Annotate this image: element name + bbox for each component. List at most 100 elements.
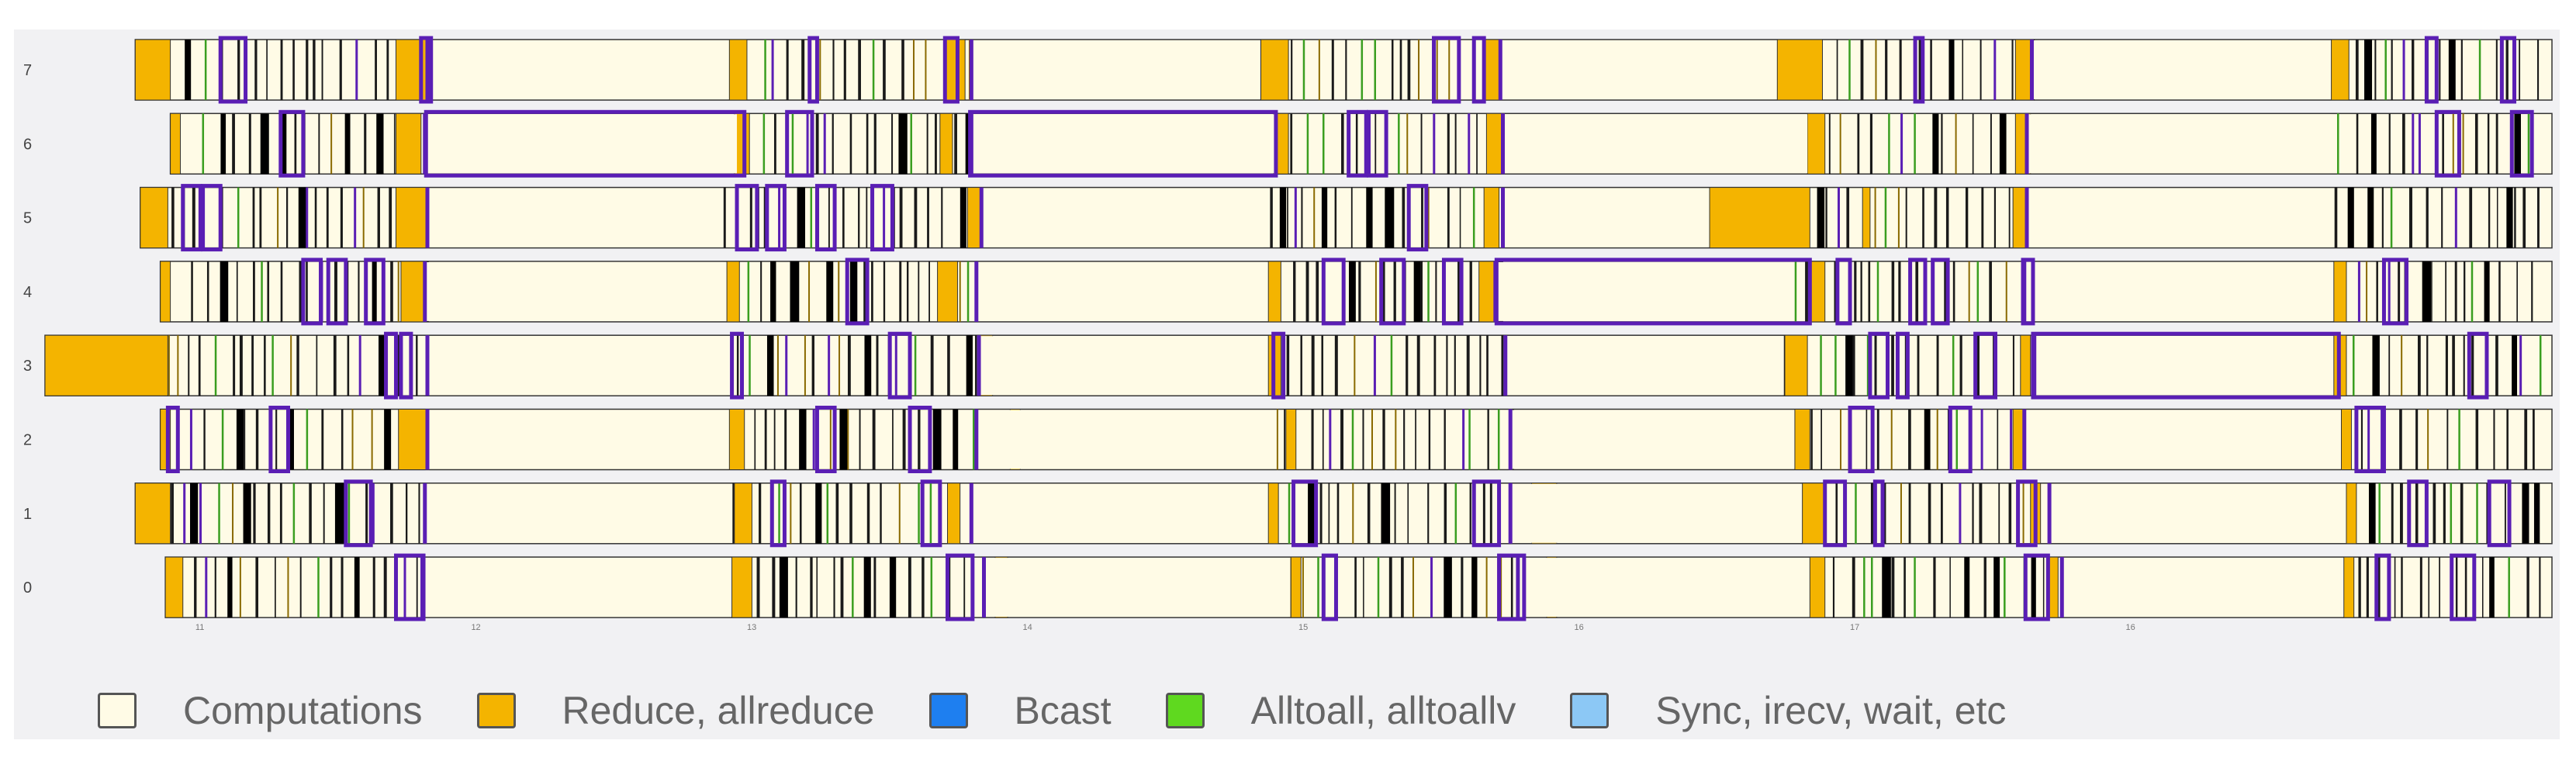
message-line	[941, 187, 943, 248]
message-line	[254, 40, 258, 100]
message-line	[808, 261, 811, 322]
message-line	[383, 557, 387, 618]
message-line	[1401, 557, 1404, 618]
reduce-block	[2331, 39, 2350, 101]
message-line	[1875, 40, 1877, 100]
message-line	[1979, 483, 1983, 544]
message-line	[192, 187, 195, 248]
computation-block	[977, 410, 1271, 469]
message-line	[1286, 335, 1290, 396]
message-line	[1331, 40, 1334, 100]
message-line	[2388, 261, 2391, 322]
timeline-chart: 7654321011 12 13 14 15 16 17 16	[23, 36, 2553, 632]
computation-block	[426, 114, 738, 174]
message-line	[1444, 557, 1452, 618]
message-line	[341, 557, 344, 618]
message-line	[333, 335, 337, 396]
message-line	[384, 409, 392, 470]
legend-label-computations: Computations	[183, 689, 423, 732]
reduce-block	[1478, 261, 1495, 323]
message-line	[2539, 335, 2542, 396]
message-line	[348, 483, 351, 544]
phase-boundary	[974, 261, 979, 322]
message-line	[1406, 335, 1409, 396]
message-line	[2508, 557, 2510, 618]
message-line	[795, 557, 797, 618]
rank-label: 6	[23, 136, 32, 153]
message-line	[2441, 187, 2443, 248]
message-line	[2431, 261, 2433, 322]
message-line	[2415, 483, 2419, 544]
message-line	[1374, 261, 1377, 322]
message-line	[1319, 483, 1323, 544]
message-line	[2505, 40, 2509, 100]
message-line	[1863, 557, 1865, 618]
message-line	[2011, 40, 2014, 100]
message-line	[316, 335, 318, 396]
message-line	[2370, 113, 2377, 175]
message-line	[1402, 187, 1406, 248]
message-line	[1959, 335, 1962, 396]
message-line	[1340, 409, 1343, 470]
message-line	[1891, 261, 1895, 322]
message-line	[786, 40, 789, 100]
message-line	[910, 113, 912, 175]
message-line	[2487, 113, 2490, 175]
message-line	[921, 557, 925, 618]
message-line	[351, 409, 354, 470]
message-line	[191, 261, 193, 322]
message-line	[842, 187, 845, 248]
message-line	[810, 187, 813, 248]
message-line	[1420, 113, 1423, 175]
message-line	[847, 335, 851, 396]
message-line	[1928, 483, 1931, 544]
message-line	[1965, 187, 1969, 248]
reduce-block	[1807, 112, 1826, 175]
computation-block	[1511, 483, 1800, 543]
message-line	[899, 261, 902, 322]
message-line	[1407, 40, 1411, 100]
message-line	[1351, 409, 1354, 470]
message-line	[306, 261, 308, 322]
message-line	[1377, 557, 1380, 618]
message-line	[406, 483, 408, 544]
message-line	[2366, 557, 2369, 618]
message-line	[168, 335, 170, 396]
message-line	[1290, 113, 1293, 175]
message-line	[267, 483, 271, 544]
message-line	[918, 409, 921, 470]
message-line	[2366, 261, 2368, 322]
message-line	[2031, 557, 2036, 618]
message-line	[2471, 261, 2474, 322]
message-line	[1354, 335, 1356, 396]
rank-label: 3	[23, 358, 32, 375]
computation-block	[977, 261, 1266, 321]
message-line	[840, 557, 844, 618]
message-line	[1930, 40, 1932, 100]
message-line	[1980, 409, 1983, 470]
message-line	[1341, 113, 1344, 175]
message-line	[898, 483, 901, 544]
message-line	[2427, 409, 2429, 470]
message-line	[2426, 187, 2429, 248]
message-line	[1433, 113, 1436, 175]
legend-swatch-sync	[1570, 693, 1610, 728]
legend-label-sync: Sync, irecv, wait, etc	[1655, 689, 2007, 732]
x-tick-label: 13	[747, 623, 756, 632]
message-line	[1416, 335, 1420, 396]
message-line	[2415, 409, 2419, 470]
message-line	[239, 557, 241, 618]
message-line	[2469, 187, 2473, 248]
message-line	[766, 335, 774, 396]
message-line	[2008, 187, 2011, 248]
message-line	[815, 113, 819, 175]
message-line	[1395, 409, 1397, 470]
computation-block	[980, 336, 1266, 396]
message-line	[2360, 409, 2363, 470]
message-line	[1828, 113, 1831, 175]
message-line	[1900, 483, 1902, 544]
message-line	[839, 409, 849, 470]
message-line	[1854, 261, 1857, 322]
message-line	[2522, 187, 2526, 248]
message-line	[2519, 40, 2521, 100]
